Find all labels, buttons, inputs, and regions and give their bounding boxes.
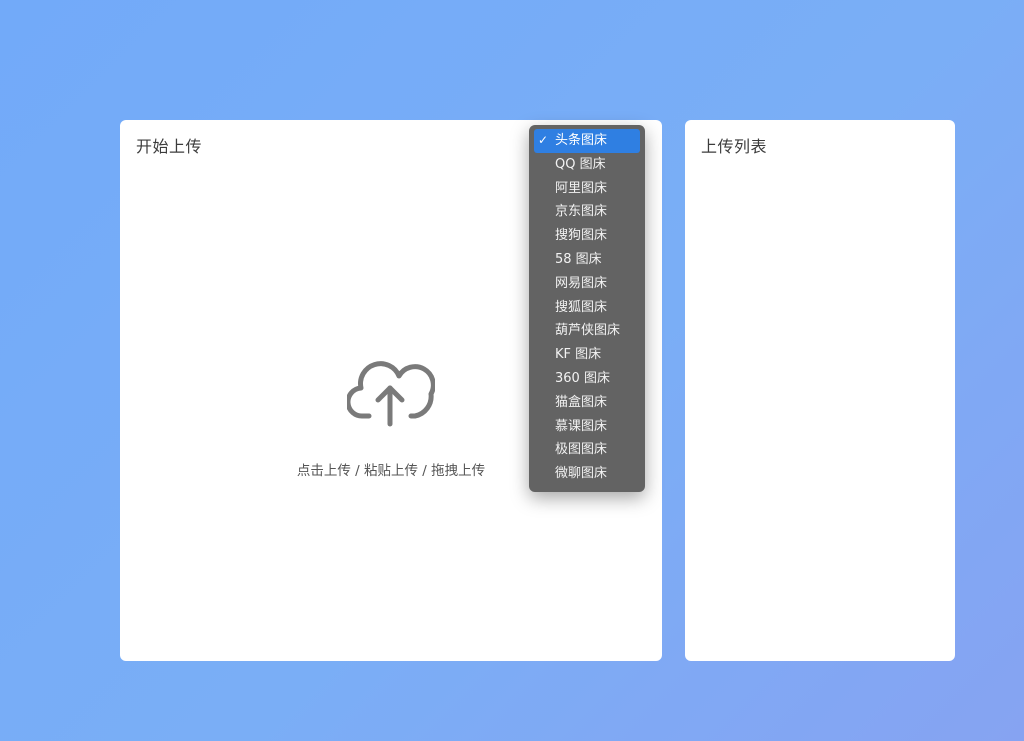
dropdown-option-label: KF 图床 (555, 347, 602, 363)
dropdown-option[interactable]: 葫芦侠图床 (534, 319, 640, 343)
dropdown-option-label: 京东图床 (555, 204, 608, 220)
dropdown-option-label: 猫盒图床 (555, 394, 608, 410)
dropdown-option[interactable]: 58 图床 (534, 248, 640, 272)
dropdown-option[interactable]: 网易图床 (534, 272, 640, 296)
dropdown-option-label: 网易图床 (555, 275, 608, 291)
dropdown-option-label: 微聊图床 (555, 466, 608, 482)
dropdown-option[interactable]: 搜狐图床 (534, 296, 640, 320)
dropdown-option[interactable]: 搜狗图床 (534, 224, 640, 248)
dropdown-option-label: 58 图床 (555, 251, 602, 267)
dropdown-option-label: QQ 图床 (555, 156, 606, 172)
dropdown-option-label: 极图图床 (555, 442, 608, 458)
dropdown-option[interactable]: KF 图床 (534, 343, 640, 367)
dropdown-option[interactable]: 京东图床 (534, 200, 640, 224)
dropdown-option[interactable]: 猫盒图床 (534, 391, 640, 415)
dropdown-option-label: 葫芦侠图床 (555, 323, 621, 339)
checkmark-icon: ✓ (538, 133, 549, 147)
dropdown-option[interactable]: 阿里图床 (534, 177, 640, 201)
cloud-upload-icon (347, 361, 435, 427)
dropdown-option-label: 搜狗图床 (555, 228, 608, 244)
dropdown-option[interactable]: 极图图床 (534, 438, 640, 462)
dropdown-option[interactable]: 慕课图床 (534, 415, 640, 439)
dropdown-option[interactable]: 360 图床 (534, 367, 640, 391)
upload-panel-title: 开始上传 (136, 137, 203, 156)
dropdown-option-label: 阿里图床 (555, 180, 608, 196)
dropdown-option-label: 慕课图床 (555, 418, 608, 434)
dropdown-option[interactable]: ✓ 头条图床 (534, 129, 640, 153)
dropdown-option-label: 360 图床 (555, 370, 610, 386)
dropdown-option-label: 头条图床 (555, 133, 608, 148)
dropdown-option[interactable]: QQ 图床 (534, 153, 640, 177)
upload-list-title: 上传列表 (701, 137, 768, 156)
image-host-dropdown[interactable]: ✓ 头条图床 QQ 图床阿里图床京东图床搜狗图床 58 图床网易图床搜狐图床葫芦侠图床… (529, 125, 645, 492)
upload-list-panel: 上传列表 (685, 120, 955, 661)
dropdown-option[interactable]: 微聊图床 (534, 462, 640, 486)
dropdown-option-label: 搜狐图床 (555, 299, 608, 315)
